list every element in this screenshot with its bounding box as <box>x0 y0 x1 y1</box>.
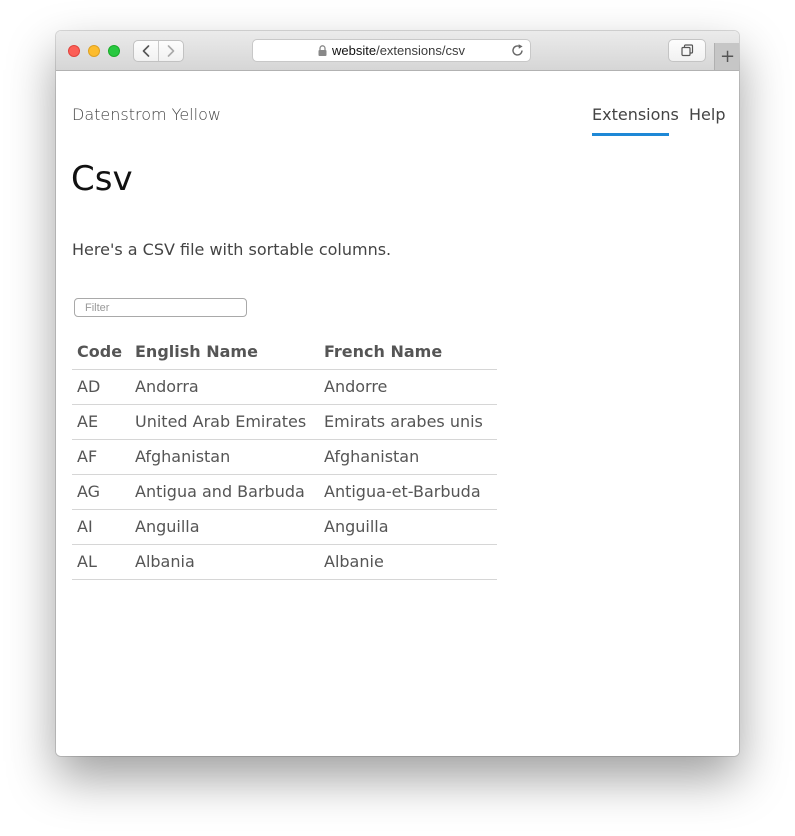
url-path: /extensions/csv <box>376 43 465 58</box>
close-window-button[interactable] <box>68 45 80 57</box>
table-row: AG Antigua and Barbuda Antigua-et-Barbud… <box>72 474 497 510</box>
cell-french-name: Albanie <box>319 544 497 580</box>
site-title[interactable]: Datenstrom Yellow <box>72 105 221 124</box>
browser-window: website/extensions/csv + Datenstrom Yell… <box>56 31 739 756</box>
table-row: AD Andorra Andorre <box>72 369 497 405</box>
table-row: AF Afghanistan Afghanistan <box>72 439 497 475</box>
column-header-code[interactable]: Code <box>72 334 130 370</box>
page-content: Datenstrom Yellow Extensions Help Csv He… <box>56 71 739 756</box>
tabs-overview-button[interactable] <box>668 39 706 62</box>
cell-french-name: Antigua-et-Barbuda <box>319 474 497 510</box>
nav-item-help[interactable]: Help <box>689 105 725 124</box>
cell-french-name: Emirats arabes unis <box>319 404 497 440</box>
plus-icon: + <box>719 45 736 67</box>
tabs-overview-icon <box>680 44 693 57</box>
url-display: website/extensions/csv <box>253 40 530 61</box>
browser-toolbar: website/extensions/csv + <box>56 31 739 71</box>
table-row: AL Albania Albanie <box>72 544 497 580</box>
minimize-window-button[interactable] <box>88 45 100 57</box>
maximize-window-button[interactable] <box>108 45 120 57</box>
address-bar[interactable]: website/extensions/csv <box>252 39 531 62</box>
cell-code: AL <box>72 544 130 580</box>
cell-code: AD <box>72 369 130 405</box>
cell-english-name: Albania <box>130 544 319 580</box>
table-row: AI Anguilla Anguilla <box>72 509 497 545</box>
chevron-left-icon <box>142 45 150 57</box>
active-nav-indicator <box>592 133 669 136</box>
cell-english-name: Andorra <box>130 369 319 405</box>
cell-english-name: Afghanistan <box>130 439 319 475</box>
cell-english-name: United Arab Emirates <box>130 404 319 440</box>
table-header-row: Code English Name French Name <box>72 334 497 370</box>
cell-french-name: Andorre <box>319 369 497 405</box>
intro-text: Here's a CSV file with sortable columns. <box>72 240 392 259</box>
history-nav-buttons <box>133 40 184 62</box>
cell-french-name: Anguilla <box>319 509 497 545</box>
cell-code: AE <box>72 404 130 440</box>
column-header-french-name[interactable]: French Name <box>319 334 497 370</box>
url-domain: website <box>332 43 377 58</box>
cell-french-name: Afghanistan <box>319 439 497 475</box>
reload-icon[interactable] <box>510 43 525 58</box>
new-tab-button[interactable]: + <box>714 43 739 70</box>
lock-icon <box>318 45 327 56</box>
page-title: Csv <box>71 159 133 199</box>
back-button[interactable] <box>134 41 158 61</box>
forward-button[interactable] <box>158 41 183 61</box>
cell-english-name: Antigua and Barbuda <box>130 474 319 510</box>
cell-english-name: Anguilla <box>130 509 319 545</box>
cell-code: AF <box>72 439 130 475</box>
cell-code: AI <box>72 509 130 545</box>
cell-code: AG <box>72 474 130 510</box>
table-row: AE United Arab Emirates Emirats arabes u… <box>72 404 497 440</box>
csv-table: Code English Name French Name AD Andorra… <box>72 334 497 580</box>
column-header-english-name[interactable]: English Name <box>130 334 319 370</box>
filter-input[interactable] <box>74 298 247 317</box>
nav-item-extensions[interactable]: Extensions <box>592 105 679 124</box>
chevron-right-icon <box>167 45 175 57</box>
